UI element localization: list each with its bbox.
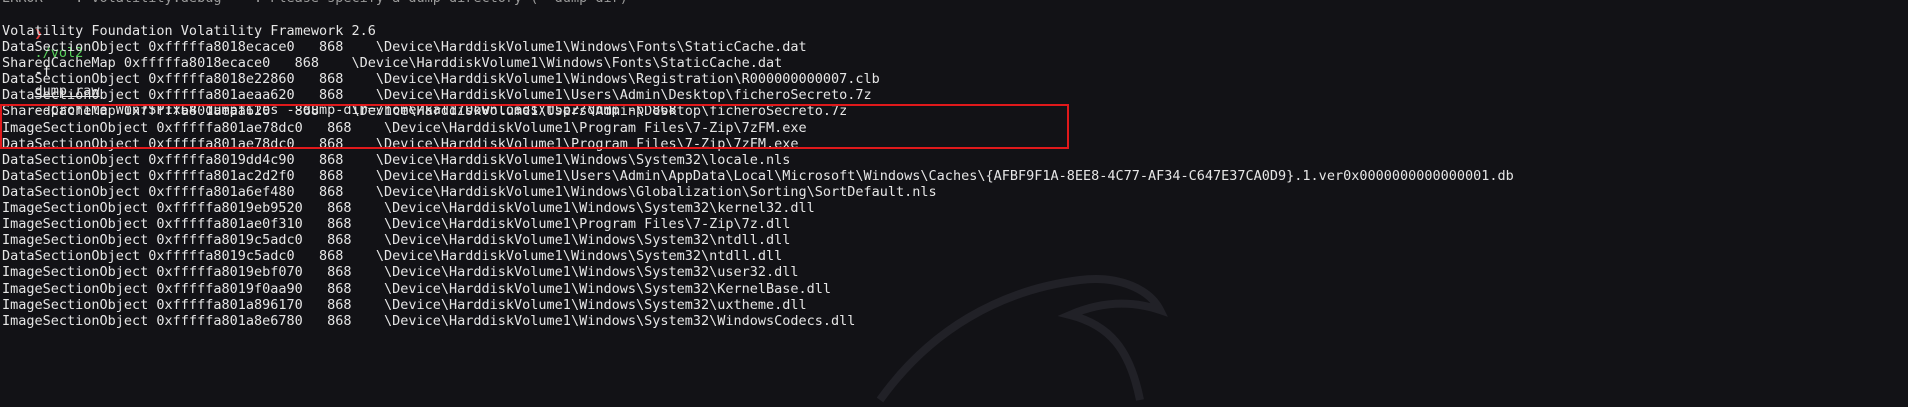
kali-dragon-watermark-icon <box>876 275 1168 403</box>
terminal-window[interactable]: ERROR : volatility.debug : Please specif… <box>0 0 1908 407</box>
output-line: ImageSectionObject 0xfffffa801a8e6780 86… <box>2 312 856 329</box>
highlight-box <box>0 104 1069 149</box>
